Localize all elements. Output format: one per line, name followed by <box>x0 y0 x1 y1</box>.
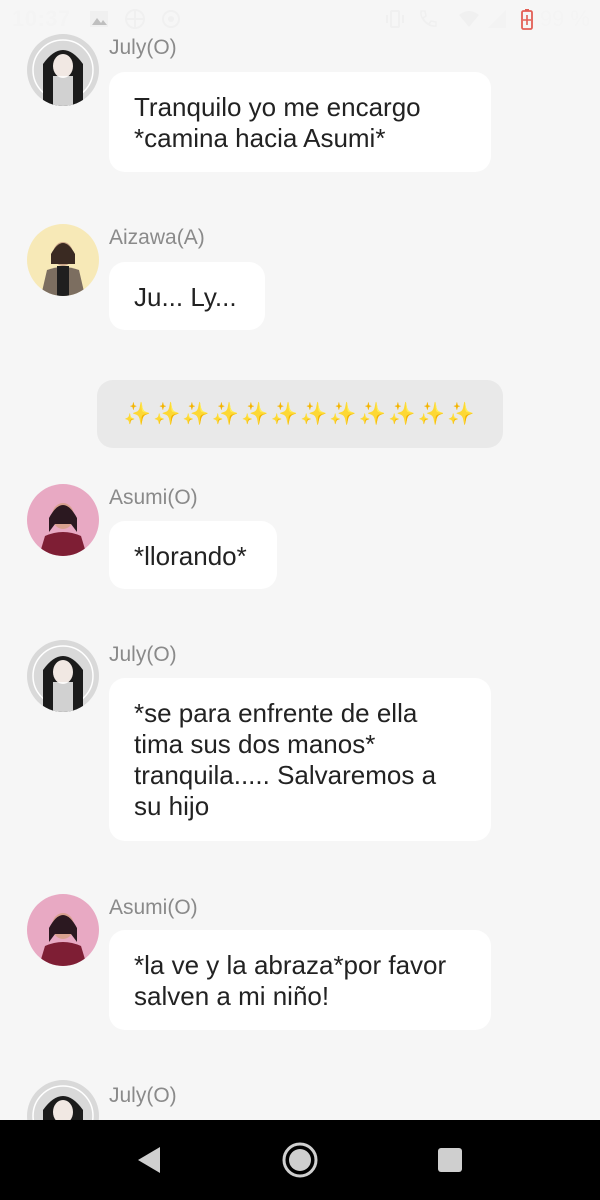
battery-charging-icon <box>516 8 538 30</box>
battery-percent: 99 % <box>539 6 590 31</box>
avatar[interactable] <box>27 894 99 966</box>
navigation-bar <box>0 1120 600 1200</box>
wifi-icon <box>458 8 480 30</box>
phone-icon <box>416 8 438 30</box>
status-bar: 10:37 99 % <box>0 0 600 40</box>
avatar[interactable] <box>27 34 99 106</box>
sender-name: July(O) <box>109 1084 177 1107</box>
avatar[interactable] <box>27 640 99 712</box>
sparkles-divider: ✨✨✨✨✨✨✨✨✨✨✨✨ <box>97 380 503 448</box>
vibrate-icon <box>384 8 406 30</box>
home-icon[interactable] <box>280 1140 320 1180</box>
message-bubble[interactable]: Ju... Ly... <box>109 262 265 330</box>
back-icon[interactable] <box>128 1140 168 1180</box>
sender-name: Aizawa(A) <box>109 226 205 249</box>
image-notification-icon <box>88 8 110 30</box>
globe-icon <box>124 8 146 30</box>
status-time: 10:37 <box>12 6 71 31</box>
sender-name: July(O) <box>109 643 177 666</box>
message-bubble[interactable]: Tranquilo yo me encargo *camina hacia As… <box>109 72 491 172</box>
avatar[interactable] <box>27 224 99 296</box>
recents-icon[interactable] <box>430 1140 470 1180</box>
sender-name: Asumi(O) <box>109 896 198 919</box>
message-bubble[interactable]: *se para enfrente de ella tima sus dos m… <box>109 678 491 841</box>
message-bubble[interactable]: *llorando* <box>109 521 277 589</box>
sender-name: Asumi(O) <box>109 486 198 509</box>
target-icon <box>160 8 182 30</box>
signal-icon <box>486 8 508 30</box>
avatar[interactable] <box>27 484 99 556</box>
message-bubble[interactable]: *la ve y la abraza*por favor salven a mi… <box>109 930 491 1030</box>
